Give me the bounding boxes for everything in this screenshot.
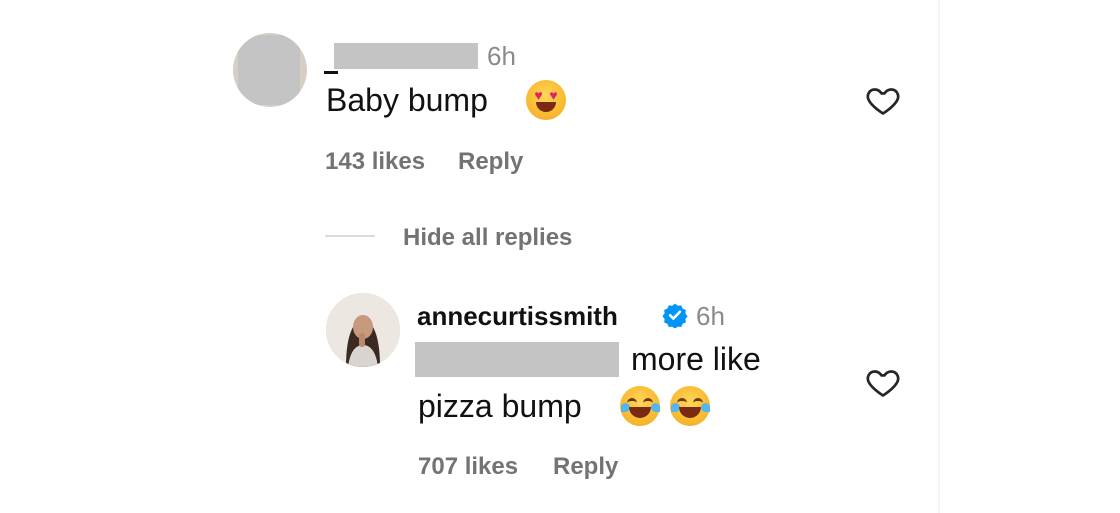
comment-timestamp: 6h <box>487 41 516 71</box>
heart-icon[interactable] <box>864 364 902 400</box>
reply-avatar[interactable] <box>326 293 400 367</box>
reply-timestamp: 6h <box>696 301 725 331</box>
tears-of-joy-emoji <box>670 386 710 426</box>
panel-divider <box>938 0 940 513</box>
reply-text-line-2: pizza bump <box>418 388 582 424</box>
heart-eyes-emoji: ♥ ♥ <box>526 80 566 120</box>
reply-username[interactable]: annecurtissmith <box>417 301 618 332</box>
mention-redaction <box>415 342 619 377</box>
comment-text: Baby bump <box>326 82 488 118</box>
tears-of-joy-emoji <box>620 386 660 426</box>
hide-replies-button[interactable]: Hide all replies <box>403 224 572 252</box>
heart-icon[interactable] <box>864 82 902 118</box>
redaction-block <box>238 35 300 105</box>
reply-reply-button[interactable]: Reply <box>553 453 618 481</box>
replies-divider <box>325 235 375 237</box>
verified-badge-icon <box>662 303 688 328</box>
username-redaction <box>334 43 478 69</box>
reply-like-count[interactable]: 707 likes <box>418 453 518 481</box>
reply-text-line-1: more like <box>631 341 761 377</box>
commenter-avatar[interactable] <box>233 33 307 107</box>
comment-reply-button[interactable]: Reply <box>458 148 523 176</box>
comment-like-count[interactable]: 143 likes <box>325 148 425 176</box>
